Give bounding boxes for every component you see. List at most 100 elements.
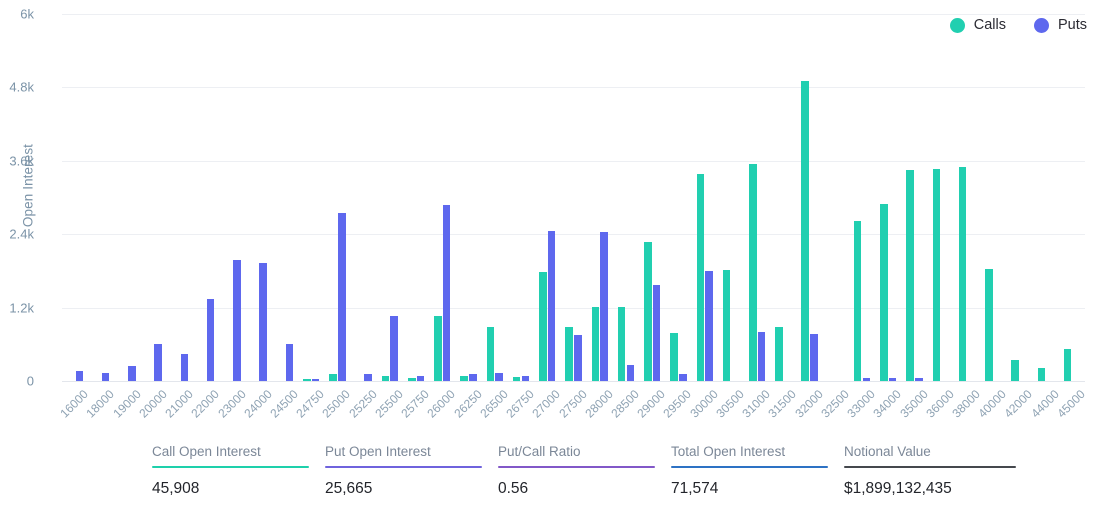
bar-puts[interactable] <box>757 332 766 381</box>
bar-group[interactable] <box>560 14 586 381</box>
bar-puts[interactable] <box>810 333 818 381</box>
bar-group[interactable] <box>1059 14 1085 381</box>
stat-total-open-interest: Total Open Interest 71,574 <box>671 444 844 498</box>
bar-calls[interactable] <box>381 376 390 381</box>
bar-group[interactable] <box>167 14 193 381</box>
bar-puts[interactable] <box>626 364 635 381</box>
bar-calls[interactable] <box>985 269 993 381</box>
bar-group[interactable] <box>324 14 350 381</box>
bar-calls[interactable] <box>539 271 547 381</box>
bar-calls[interactable] <box>749 164 757 381</box>
bar-puts[interactable] <box>285 343 294 381</box>
x-axis-tick-label: 30500 <box>713 387 747 421</box>
bar-calls[interactable] <box>670 332 678 381</box>
bar-group[interactable] <box>796 14 822 381</box>
bar-calls[interactable] <box>644 242 652 381</box>
bar-group[interactable] <box>823 14 849 381</box>
bar-group[interactable] <box>377 14 403 381</box>
bar-puts[interactable] <box>652 284 661 381</box>
bar-puts[interactable] <box>311 379 320 381</box>
bar-calls[interactable] <box>696 173 705 381</box>
bar-puts[interactable] <box>338 213 346 381</box>
bar-calls[interactable] <box>1037 367 1046 381</box>
bar-group[interactable] <box>429 14 455 381</box>
bar-calls[interactable] <box>906 169 914 381</box>
bar-puts[interactable] <box>442 205 451 381</box>
bar-group[interactable] <box>770 14 796 381</box>
bar-group[interactable] <box>62 14 88 381</box>
bar-calls[interactable] <box>775 327 783 381</box>
bar-group[interactable] <box>744 14 770 381</box>
bar-puts[interactable] <box>574 334 582 381</box>
bar-group[interactable] <box>1006 14 1032 381</box>
bar-group[interactable] <box>88 14 114 381</box>
bar-group[interactable] <box>954 14 980 381</box>
bar-puts[interactable] <box>206 298 215 381</box>
bar-calls[interactable] <box>932 169 941 381</box>
bar-puts[interactable] <box>128 366 136 381</box>
bar-group[interactable] <box>849 14 875 381</box>
bar-puts[interactable] <box>705 270 713 381</box>
bar-calls[interactable] <box>434 316 442 381</box>
bar-calls[interactable] <box>880 203 888 381</box>
bar-puts[interactable] <box>233 259 241 381</box>
bar-puts[interactable] <box>416 376 425 381</box>
bar-puts[interactable] <box>521 375 530 381</box>
bar-puts[interactable] <box>259 262 267 381</box>
bar-calls[interactable] <box>958 166 967 381</box>
bar-group[interactable] <box>665 14 691 381</box>
bar-calls[interactable] <box>591 307 600 381</box>
bar-puts[interactable] <box>180 354 189 381</box>
bar-calls[interactable] <box>617 307 626 381</box>
bar-calls[interactable] <box>722 270 731 381</box>
bar-group[interactable] <box>482 14 508 381</box>
bar-calls[interactable] <box>408 377 416 381</box>
bar-calls[interactable] <box>1011 360 1019 381</box>
bar-group[interactable] <box>928 14 954 381</box>
bar-group[interactable] <box>403 14 429 381</box>
bar-group[interactable] <box>613 14 639 381</box>
bar-calls[interactable] <box>460 376 468 381</box>
bar-puts[interactable] <box>364 374 372 381</box>
bar-group[interactable] <box>193 14 219 381</box>
bar-group[interactable] <box>114 14 140 381</box>
bar-group[interactable] <box>980 14 1006 381</box>
bar-puts[interactable] <box>495 373 503 381</box>
bar-group[interactable] <box>901 14 927 381</box>
bar-puts[interactable] <box>101 373 110 381</box>
bar-group[interactable] <box>351 14 377 381</box>
bar-calls[interactable] <box>486 327 495 381</box>
bar-group[interactable] <box>534 14 560 381</box>
bar-puts[interactable] <box>547 231 556 381</box>
bar-calls[interactable] <box>512 376 521 381</box>
bar-group[interactable] <box>587 14 613 381</box>
bar-calls[interactable] <box>303 378 311 381</box>
bar-puts[interactable] <box>75 371 84 381</box>
bar-puts[interactable] <box>600 231 608 381</box>
bar-calls[interactable] <box>1063 349 1072 381</box>
bar-group[interactable] <box>692 14 718 381</box>
bar-group[interactable] <box>1033 14 1059 381</box>
bar-puts[interactable] <box>390 315 398 381</box>
bar-group[interactable] <box>219 14 245 381</box>
bar-calls[interactable] <box>329 374 337 381</box>
bar-group[interactable] <box>639 14 665 381</box>
bar-calls[interactable] <box>853 220 862 381</box>
bar-group[interactable] <box>718 14 744 381</box>
bar-group[interactable] <box>272 14 298 381</box>
bar-group[interactable] <box>141 14 167 381</box>
x-axis-tick-label: 24750 <box>293 387 328 421</box>
bar-group[interactable] <box>246 14 272 381</box>
bar-puts[interactable] <box>915 377 923 381</box>
bar-calls[interactable] <box>801 81 809 381</box>
bar-group[interactable] <box>875 14 901 381</box>
bar-puts[interactable] <box>862 377 871 381</box>
bar-puts[interactable] <box>888 377 897 381</box>
bar-puts[interactable] <box>469 374 477 381</box>
bar-group[interactable] <box>508 14 534 381</box>
bar-puts[interactable] <box>154 343 162 381</box>
bar-calls[interactable] <box>565 327 573 381</box>
bar-group[interactable] <box>298 14 324 381</box>
bar-group[interactable] <box>455 14 481 381</box>
bar-puts[interactable] <box>679 373 687 381</box>
